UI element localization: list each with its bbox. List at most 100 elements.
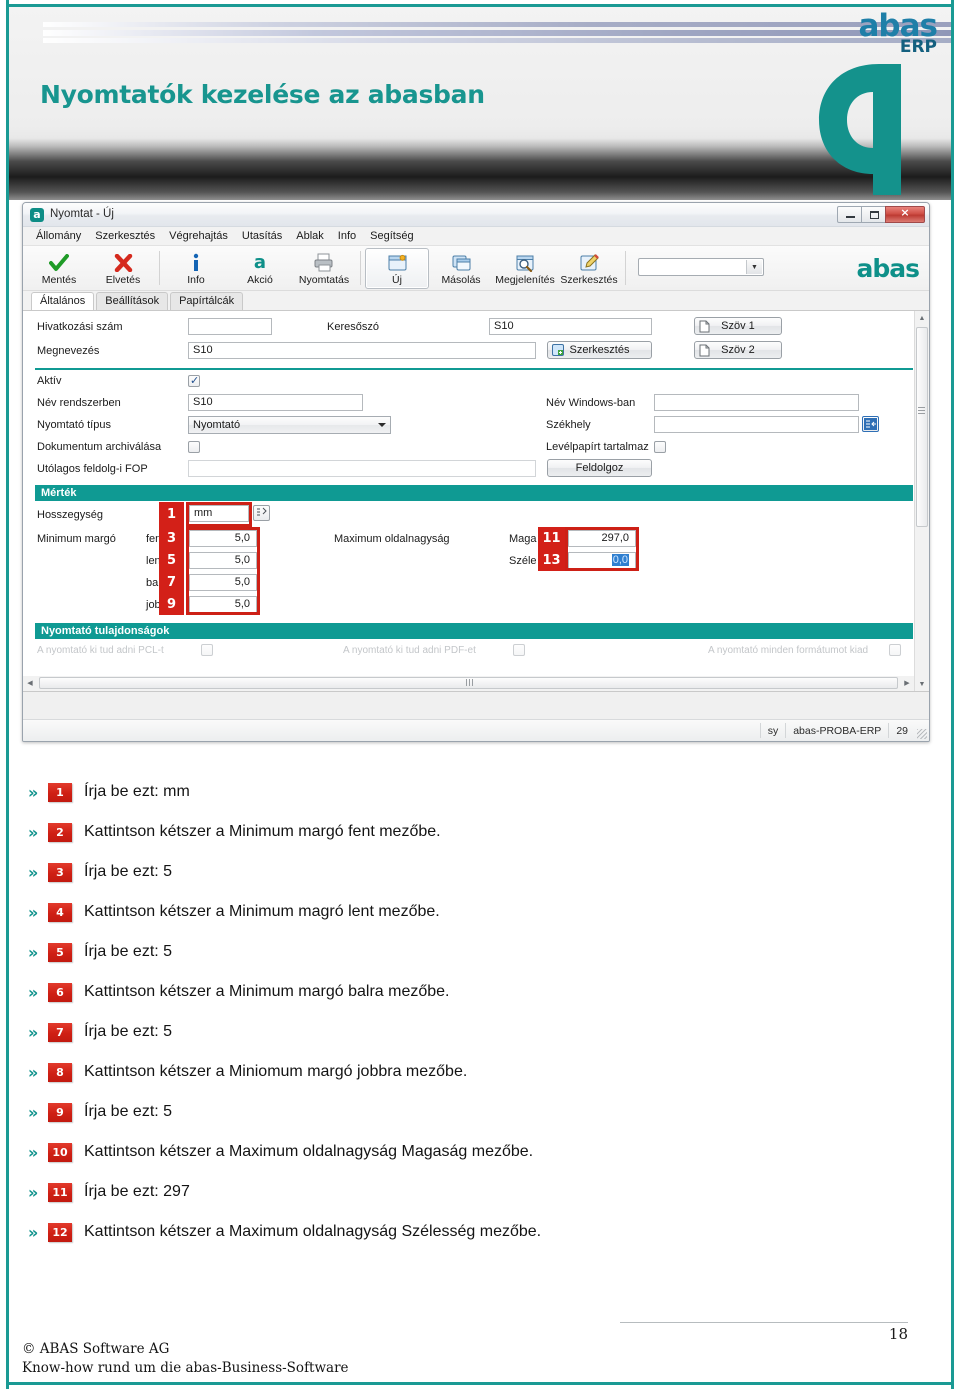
property-label-pcl: A nyomtató ki tud adni PCL-t (37, 645, 164, 656)
callout-5: 5 (159, 549, 184, 571)
button-feldolgoz-label: Feldolgoz (575, 462, 624, 474)
form-horizontal-scrollbar[interactable]: ◀ ▶ (23, 676, 914, 691)
footer-divider (620, 1322, 908, 1323)
button-feldolgoz[interactable]: Feldolgoz (547, 459, 652, 477)
chevron-right-icon: » (28, 1182, 39, 1202)
step-number: 7 (48, 1022, 72, 1042)
toolbar-label-szerkesztes-tb: Szerkesztés (560, 274, 618, 286)
abas-a-icon: a (253, 251, 267, 273)
property-label-all: A nyomtató minden formátumot kiad (708, 645, 869, 656)
menu-item-segitseg[interactable]: Segítség (363, 229, 420, 243)
tab-beallitasok[interactable]: Beállítások (96, 292, 169, 310)
page-border-bottom (6, 1382, 954, 1385)
checkbox-all-formats[interactable] (889, 644, 901, 656)
input-szekhely[interactable] (654, 416, 859, 433)
checkbox-dokumentum-archivalasa[interactable] (188, 441, 200, 453)
menu-item-allomany[interactable]: Állomány (29, 229, 88, 243)
toolbar-button-akcio[interactable]: a Akció (228, 248, 292, 289)
status-user: sy (759, 723, 786, 738)
scroll-up-icon[interactable]: ▲ (915, 311, 929, 325)
input-megnevezes[interactable]: S10 (188, 342, 536, 359)
menu-item-vegrehajtas[interactable]: Végrehajtás (162, 229, 235, 243)
form-vertical-scrollbar[interactable]: ▲ ▼ (914, 311, 929, 691)
step-text: Kattintson kétszer a Minimum margó balra… (84, 983, 450, 1000)
input-keresoszo[interactable]: S10 (489, 318, 652, 335)
toolbar-button-mentes[interactable]: Mentés (27, 248, 91, 289)
label-hivatkozasi-szam: Hivatkozási szám (37, 321, 123, 333)
vertical-scroll-thumb[interactable] (916, 327, 928, 527)
callout-9: 9 (159, 593, 184, 615)
step-number: 4 (48, 902, 72, 922)
button-szov1[interactable]: Szöv 1 (694, 317, 782, 335)
edit-box-icon (552, 344, 564, 360)
input-utolagos-fop[interactable] (188, 460, 536, 477)
new-document-icon (387, 252, 408, 273)
szekhely-picker-button[interactable] (862, 416, 879, 432)
tab-altalanos[interactable]: Általános (31, 292, 95, 310)
label-nyomtato-tipus: Nyomtató típus (37, 419, 111, 431)
select-nyomtato-tipus[interactable]: Nyomtató (188, 416, 391, 434)
close-button[interactable]: × (885, 206, 925, 223)
list-item: » 11 Írja be ezt: 297 (28, 1172, 918, 1212)
chevron-right-icon: » (28, 1102, 39, 1122)
menu-item-utasitas[interactable]: Utasítás (235, 229, 289, 243)
menu-item-ablak[interactable]: Ablak (289, 229, 331, 243)
step-number: 9 (48, 1102, 72, 1122)
input-nev-windows[interactable] (654, 394, 859, 411)
document-icon (699, 320, 710, 336)
step-text: Kattintson kétszer a Miniomum margó jobb… (84, 1063, 468, 1080)
chevron-down-icon-nyomtato[interactable] (378, 423, 386, 427)
toolbar-button-megjelenites[interactable]: Megjelenítés (493, 248, 557, 289)
menu-item-szerkesztes[interactable]: Szerkesztés (88, 229, 162, 243)
toolbar-button-uj[interactable]: Új (365, 248, 429, 289)
callout-11: 11 (538, 527, 565, 549)
menu-item-info[interactable]: Info (331, 229, 363, 243)
toolbar-combo[interactable]: ▼ (638, 258, 764, 276)
step-number: 8 (48, 1062, 72, 1082)
highlight-maximum-oldalnagysag (565, 527, 639, 571)
tab-bar: Általános Beállítások Papírtálcák (23, 291, 929, 311)
step-number: 2 (48, 822, 72, 842)
input-nev-rendszerben[interactable]: S10 (188, 394, 363, 411)
maximize-button[interactable] (861, 206, 886, 223)
toolbar-button-info[interactable]: Info (164, 248, 228, 289)
chevron-down-icon[interactable]: ▼ (746, 260, 762, 274)
checkbox-levelpapirt-tartalmaz[interactable] (654, 441, 666, 453)
toolbar-button-szerkesztes[interactable]: Szerkesztés (557, 248, 621, 289)
scroll-down-icon[interactable]: ▼ (915, 677, 929, 691)
property-label-pdf: A nyomtató ki tud adni PDF-et (343, 645, 476, 656)
step-text: Írja be ezt: 5 (84, 863, 173, 880)
checkbox-aktiv[interactable] (188, 374, 200, 387)
cross-icon (114, 252, 133, 273)
checkbox-pcl[interactable] (201, 644, 213, 656)
scroll-right-icon[interactable]: ▶ (900, 676, 914, 690)
button-szov2[interactable]: Szöv 2 (694, 341, 782, 359)
label-hosszegyseg: Hosszegység (37, 509, 104, 521)
tab-papirtalcak[interactable]: Papírtálcák (170, 292, 244, 310)
window-title-bar: a Nyomtat - Új × (23, 203, 929, 227)
chevron-right-icon: » (28, 1142, 39, 1162)
scroll-left-icon[interactable]: ◀ (23, 676, 37, 690)
minimize-button[interactable] (837, 206, 862, 223)
info-icon (190, 252, 202, 273)
list-item: » 6 Kattintson kétszer a Minimum margó b… (28, 972, 918, 1012)
toolbar-button-nyomtatas[interactable]: Nyomtatás (292, 248, 356, 289)
toolbar: Mentés Elvetés Info a Akció Nyomtatás Új… (23, 246, 929, 291)
button-szerkesztes-label: Szerkesztés (569, 344, 630, 356)
toolbar-label-info: Info (187, 274, 205, 286)
magnifier-icon (515, 252, 536, 273)
close-icon: × (900, 206, 910, 219)
label-dokumentum-archivalasa: Dokumentum archiválása (37, 441, 162, 453)
toolbar-button-elvetes[interactable]: Elvetés (91, 248, 155, 289)
input-hivatkozasi-szam[interactable] (188, 318, 272, 335)
resize-grip-icon[interactable] (917, 729, 927, 739)
checkbox-pdf[interactable] (513, 644, 525, 656)
step-number: 11 (48, 1182, 72, 1202)
toolbar-button-masolas[interactable]: Másolás (429, 248, 493, 289)
teal-divider-1 (35, 368, 913, 370)
chevron-right-icon: » (28, 982, 39, 1002)
hosszegyseg-picker-button[interactable] (253, 505, 270, 521)
button-szerkesztes[interactable]: Szerkesztés (547, 341, 652, 359)
step-text: Írja be ezt: 5 (84, 1103, 173, 1120)
label-maximum-oldalnagysag: Maximum oldalnagyság (334, 533, 450, 545)
